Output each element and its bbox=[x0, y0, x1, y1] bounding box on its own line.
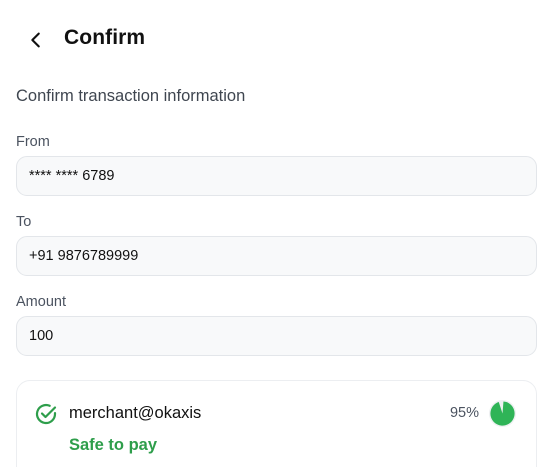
to-label: To bbox=[16, 214, 32, 230]
safety-score-text: 95% bbox=[449, 405, 479, 421]
safety-card: merchant@okaxis Safe to pay 95% bbox=[16, 380, 537, 467]
amount-label: Amount bbox=[16, 294, 66, 310]
from-field[interactable] bbox=[29, 168, 524, 184]
back-button[interactable] bbox=[24, 28, 48, 52]
check-circle-icon bbox=[35, 403, 57, 425]
to-field[interactable] bbox=[29, 248, 524, 264]
from-field-container bbox=[16, 156, 537, 196]
chevron-left-icon bbox=[31, 32, 40, 48]
merchant-id: merchant@okaxis bbox=[69, 404, 202, 422]
safety-score-gauge bbox=[488, 399, 517, 428]
page-subtitle: Confirm transaction information bbox=[16, 87, 246, 105]
safety-status: Safe to pay bbox=[69, 436, 158, 454]
from-label: From bbox=[16, 134, 50, 150]
amount-field[interactable] bbox=[29, 328, 524, 344]
page-title: Confirm bbox=[64, 26, 146, 49]
to-field-container bbox=[16, 236, 537, 276]
header: Confirm bbox=[0, 22, 558, 58]
amount-field-container bbox=[16, 316, 537, 356]
confirm-screen: Confirm Confirm transaction information … bbox=[0, 0, 558, 467]
